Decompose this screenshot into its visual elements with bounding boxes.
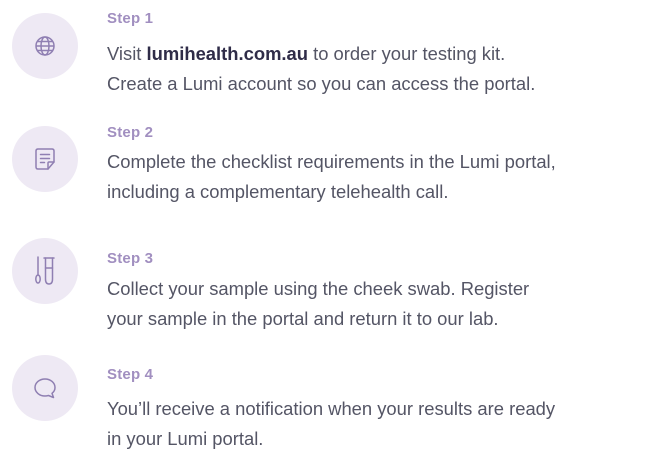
step-4-line-1: You’ll receive a notification when your … — [107, 398, 556, 419]
step-3-title: Step 3 — [107, 250, 154, 267]
document-checklist-icon — [35, 148, 55, 170]
step-3-line-1: Collect your sample using the cheek swab… — [107, 278, 530, 299]
step-2-title: Step 2 — [107, 124, 154, 141]
step-2-description: Complete the checklist requirements in t… — [107, 147, 642, 207]
step-2-line-1: Complete the checklist requirements in t… — [107, 151, 556, 172]
step-2-icon-badge — [12, 126, 78, 192]
step-2-line-2: including a complementary telehealth cal… — [107, 181, 449, 202]
step-3-line-2: your sample in the portal and return it … — [107, 308, 499, 329]
step-3-icon-badge — [12, 238, 78, 304]
test-tube-swab-icon — [35, 256, 55, 285]
step-3-description: Collect your sample using the cheek swab… — [107, 274, 642, 334]
step-4-title: Step 4 — [107, 366, 154, 383]
step-4: Step 4 You’ll receive a notification whe… — [0, 0, 648, 449]
step-4-icon-badge — [12, 355, 78, 421]
step-4-description: You’ll receive a notification when your … — [107, 394, 642, 454]
steps-page: Step 1 Visit lumihealth.com.au to order … — [0, 0, 648, 456]
step-4-line-2: in your Lumi portal. — [107, 428, 264, 449]
chat-bubble-icon — [34, 378, 56, 399]
